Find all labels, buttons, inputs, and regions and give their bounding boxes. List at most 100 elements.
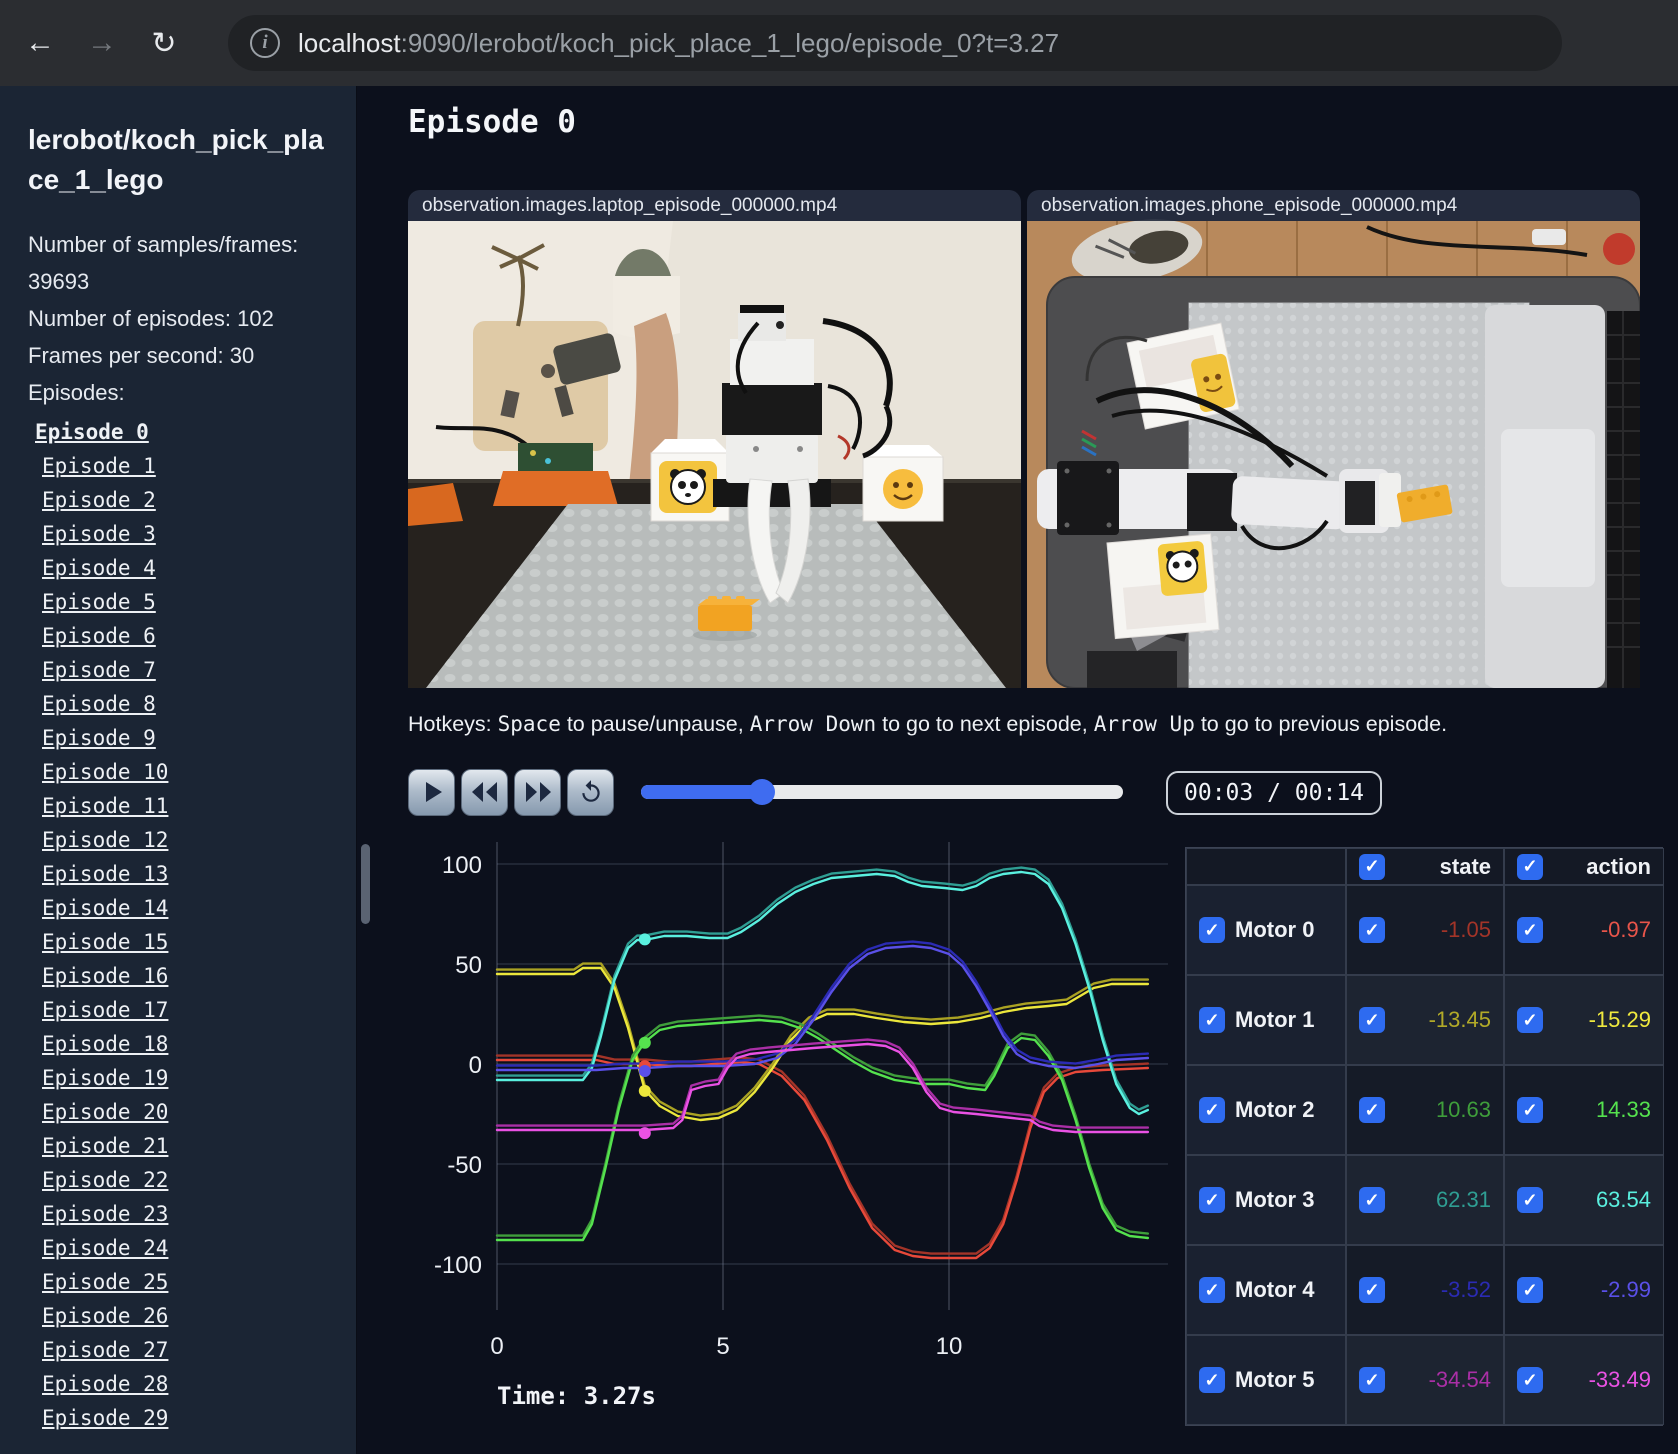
- episode-link-episode-7[interactable]: Episode 7: [42, 653, 336, 687]
- episode-link-episode-0[interactable]: Episode 0: [35, 415, 336, 449]
- rewind-button[interactable]: [461, 768, 508, 816]
- table-row-motor-5: ✓ Motor 5 ✓ -34.54 ✓ -33.49: [1186, 1335, 1664, 1425]
- episode-link-episode-1[interactable]: Episode 1: [42, 449, 336, 483]
- hotkeys-help: Hotkeys: Space to pause/unpause, Arrow D…: [408, 712, 1447, 737]
- motor-chart[interactable]: 100 50 0 -50 -100 0 5 10: [378, 830, 1178, 1420]
- table-row-motor-1: ✓ Motor 1 ✓ -13.45 ✓ -15.29: [1186, 975, 1664, 1065]
- video-laptop-title: observation.images.laptop_episode_000000…: [408, 190, 1021, 221]
- y-tick-label: 0: [469, 1052, 482, 1079]
- table-row-motor-2: ✓ Motor 2 ✓ 10.63 ✓ 14.33: [1186, 1065, 1664, 1155]
- episode-link-episode-2[interactable]: Episode 2: [42, 483, 336, 517]
- loop-button[interactable]: [567, 768, 614, 816]
- hotkey-key: Space: [497, 712, 561, 736]
- episode-link-episode-17[interactable]: Episode 17: [42, 993, 336, 1027]
- video-row: observation.images.laptop_episode_000000…: [408, 190, 1640, 688]
- motor-4-checkbox[interactable]: ✓: [1199, 1277, 1225, 1303]
- episode-link-episode-9[interactable]: Episode 9: [42, 721, 336, 755]
- motor-4-state-checkbox[interactable]: ✓: [1359, 1277, 1385, 1303]
- episode-link-episode-16[interactable]: Episode 16: [42, 959, 336, 993]
- motor-5-state-checkbox[interactable]: ✓: [1359, 1367, 1385, 1393]
- motor-2-checkbox[interactable]: ✓: [1199, 1097, 1225, 1123]
- scrollbar-thumb[interactable]: [361, 844, 370, 924]
- episode-link-episode-12[interactable]: Episode 12: [42, 823, 336, 857]
- motor-5-state-cell: ✓ -34.54: [1346, 1335, 1504, 1425]
- episode-link-episode-4[interactable]: Episode 4: [42, 551, 336, 585]
- motor-4-action-checkbox[interactable]: ✓: [1517, 1277, 1543, 1303]
- motor-3-label: Motor 3: [1235, 1187, 1315, 1212]
- reload-icon[interactable]: ↻: [142, 21, 186, 65]
- motor-2-state-checkbox[interactable]: ✓: [1359, 1097, 1385, 1123]
- motor-0-action-checkbox[interactable]: ✓: [1517, 917, 1543, 943]
- motor-5-action-checkbox[interactable]: ✓: [1517, 1367, 1543, 1393]
- episode-link-episode-14[interactable]: Episode 14: [42, 891, 336, 925]
- episode-link-episode-18[interactable]: Episode 18: [42, 1027, 336, 1061]
- episode-link-episode-3[interactable]: Episode 3: [42, 517, 336, 551]
- hotkey-text: to go to previous episode.: [1194, 712, 1448, 736]
- main-panel: Episode 0 observation.images.laptop_epis…: [357, 86, 1678, 1454]
- motor-3-checkbox[interactable]: ✓: [1199, 1187, 1225, 1213]
- time-display: 00:03 / 00:14: [1166, 771, 1383, 815]
- motor-0-state-checkbox[interactable]: ✓: [1359, 917, 1385, 943]
- url-text[interactable]: localhost:9090/lerobot/koch_pick_place_1…: [298, 28, 1059, 59]
- episode-link-episode-29[interactable]: Episode 29: [42, 1401, 336, 1435]
- motor-1-action-checkbox[interactable]: ✓: [1517, 1007, 1543, 1033]
- episode-link-episode-22[interactable]: Episode 22: [42, 1163, 336, 1197]
- motor-4-current-marker: [638, 1065, 651, 1078]
- x-tick-label: 5: [716, 1333, 729, 1360]
- episode-link-episode-15[interactable]: Episode 15: [42, 925, 336, 959]
- video-phone[interactable]: observation.images.phone_episode_000000.…: [1027, 190, 1640, 688]
- site-info-icon[interactable]: i: [250, 28, 280, 58]
- motor-5-cell: ✓ Motor 5: [1186, 1335, 1346, 1425]
- episode-link-episode-10[interactable]: Episode 10: [42, 755, 336, 789]
- motor-3-current-marker: [638, 933, 651, 946]
- episode-link-episode-23[interactable]: Episode 23: [42, 1197, 336, 1231]
- motor-5-checkbox[interactable]: ✓: [1199, 1367, 1225, 1393]
- motor-3-state-checkbox[interactable]: ✓: [1359, 1187, 1385, 1213]
- video-laptop[interactable]: observation.images.laptop_episode_000000…: [408, 190, 1021, 688]
- seek-slider[interactable]: [641, 779, 1123, 805]
- motor-1-label: Motor 1: [1235, 1007, 1315, 1032]
- episode-link-episode-24[interactable]: Episode 24: [42, 1231, 336, 1265]
- action-column-label: action: [1586, 853, 1651, 879]
- motor-2-action-checkbox[interactable]: ✓: [1517, 1097, 1543, 1123]
- motor-1-current-marker: [638, 1084, 651, 1097]
- play-button[interactable]: [408, 768, 455, 816]
- forward-icon[interactable]: →: [80, 21, 124, 65]
- episode-link-episode-28[interactable]: Episode 28: [42, 1367, 336, 1401]
- episode-link-episode-13[interactable]: Episode 13: [42, 857, 336, 891]
- hotkey-text: to pause/unpause,: [560, 712, 750, 736]
- motor-2-state-value: 10.63: [1435, 1097, 1491, 1122]
- motor-0-action-value: -0.97: [1600, 917, 1651, 942]
- motor-5-state-value: -34.54: [1428, 1367, 1491, 1392]
- fast-forward-icon: [525, 782, 551, 802]
- motor-1-action-value: -15.29: [1588, 1007, 1651, 1032]
- episode-link-episode-6[interactable]: Episode 6: [42, 619, 336, 653]
- episode-link-episode-19[interactable]: Episode 19: [42, 1061, 336, 1095]
- back-icon[interactable]: ←: [18, 21, 62, 65]
- motor-1-state-checkbox[interactable]: ✓: [1359, 1007, 1385, 1033]
- seek-slider-thumb[interactable]: [748, 779, 775, 805]
- state-column-checkbox[interactable]: ✓: [1359, 853, 1385, 880]
- y-tick-label: 100: [442, 852, 482, 879]
- motor-1-checkbox[interactable]: ✓: [1199, 1007, 1225, 1033]
- motor-5-action-cell: ✓ -33.49: [1504, 1335, 1664, 1425]
- chart-time-label: Time: 3.27s: [497, 1382, 656, 1410]
- motor-0-checkbox[interactable]: ✓: [1199, 917, 1225, 943]
- episode-link-episode-27[interactable]: Episode 27: [42, 1333, 336, 1367]
- motor-2-state-cell: ✓ 10.63: [1346, 1065, 1504, 1155]
- motor-5-current-marker: [638, 1127, 651, 1140]
- address-bar[interactable]: i localhost:9090/lerobot/koch_pick_place…: [228, 15, 1562, 71]
- video-phone-frame: [1027, 219, 1640, 688]
- episode-link-episode-11[interactable]: Episode 11: [42, 789, 336, 823]
- episode-link-episode-5[interactable]: Episode 5: [42, 585, 336, 619]
- episode-link-episode-21[interactable]: Episode 21: [42, 1129, 336, 1163]
- motor-3-action-checkbox[interactable]: ✓: [1517, 1187, 1543, 1213]
- url-host: localhost: [298, 27, 401, 58]
- episode-link-episode-26[interactable]: Episode 26: [42, 1299, 336, 1333]
- stat-episodes: Number of episodes: 102: [28, 306, 274, 331]
- episode-link-episode-20[interactable]: Episode 20: [42, 1095, 336, 1129]
- fast-forward-button[interactable]: [514, 768, 561, 816]
- action-column-checkbox[interactable]: ✓: [1517, 853, 1543, 880]
- episode-link-episode-8[interactable]: Episode 8: [42, 687, 336, 721]
- episode-link-episode-25[interactable]: Episode 25: [42, 1265, 336, 1299]
